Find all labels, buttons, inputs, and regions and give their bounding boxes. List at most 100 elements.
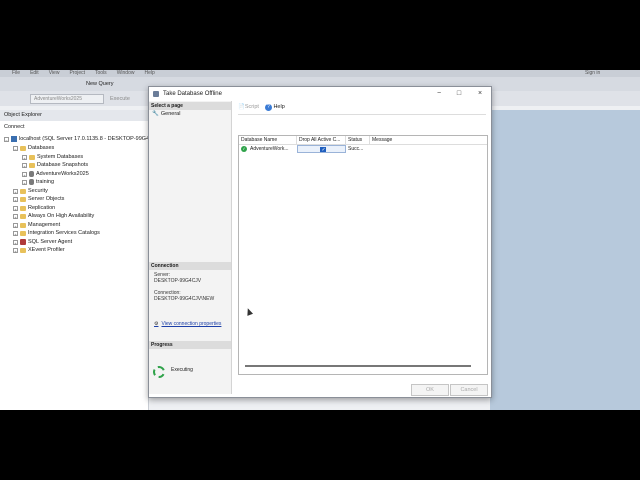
dialog-left-pane: Select a page 🔧 General Connection Server… — [149, 101, 232, 394]
cell-status: Succ... — [348, 146, 364, 152]
menu-file[interactable]: File — [12, 70, 20, 77]
progress-status: Executing — [171, 367, 193, 373]
progress-spinner-icon — [153, 366, 165, 378]
tree-label: Management — [28, 222, 61, 228]
tree-node-databases[interactable]: − Databases — [13, 144, 54, 152]
success-icon: ✓ — [241, 146, 247, 152]
expand-icon[interactable]: + — [22, 154, 27, 161]
expand-icon[interactable]: + — [22, 171, 27, 178]
tree-label: SQL Server Agent — [28, 239, 73, 245]
object-explorer-toolbar: Connect — [0, 122, 148, 133]
expand-icon[interactable]: + — [13, 213, 18, 220]
tree-node-sql-agent[interactable]: + SQL Server Agent — [13, 238, 72, 246]
dialog-toolbar: 📄Script ? Help — [238, 103, 285, 112]
menu-edit[interactable]: Edit — [30, 70, 39, 77]
minimize-button[interactable]: − — [429, 87, 449, 101]
tree-node-integration-services[interactable]: + Integration Services Catalogs — [13, 229, 100, 237]
execute-button[interactable]: Execute — [110, 94, 130, 104]
connection-header: Connection — [149, 262, 231, 270]
expand-icon[interactable]: + — [13, 188, 18, 195]
expand-icon[interactable]: + — [22, 162, 27, 169]
folder-icon — [20, 213, 26, 219]
collapse-icon[interactable]: − — [13, 145, 18, 152]
folder-icon — [29, 154, 35, 160]
grid-header: Database Name Drop All Active C... Statu… — [239, 136, 487, 145]
new-query-button[interactable]: New Query — [86, 79, 114, 89]
expand-icon[interactable]: + — [13, 205, 18, 212]
script-icon: 📄 — [238, 104, 245, 110]
tree-node-training[interactable]: + training — [22, 178, 54, 186]
tree-node-management[interactable]: + Management — [13, 221, 60, 229]
dialog-titlebar: Take Database Offline − □ × — [149, 87, 491, 101]
maximize-button[interactable]: □ — [449, 87, 469, 101]
database-name-value: AdventureWork... — [250, 146, 289, 152]
menu-window[interactable]: Window — [117, 70, 135, 77]
divider — [238, 114, 486, 115]
table-row[interactable]: ✓ AdventureWork... ✓ Succ... — [239, 145, 487, 153]
col-status[interactable]: Status — [346, 136, 370, 144]
take-offline-dialog: Take Database Offline − □ × Select a pag… — [148, 86, 492, 398]
folder-icon — [20, 196, 26, 202]
help-button[interactable]: ? Help — [264, 103, 285, 112]
col-message[interactable]: Message — [370, 136, 487, 144]
menu-project[interactable]: Project — [69, 70, 85, 77]
expand-icon[interactable]: + — [13, 222, 18, 229]
expand-icon[interactable]: + — [13, 247, 18, 254]
menu-tools[interactable]: Tools — [95, 70, 107, 77]
expand-icon[interactable]: + — [22, 179, 27, 186]
cell-drop-connections[interactable]: ✓ — [297, 145, 346, 153]
menu-view[interactable]: View — [49, 70, 60, 77]
tree-node-replication[interactable]: + Replication — [13, 204, 55, 212]
menu-bar: File Edit View Project Tools Window Help… — [0, 70, 640, 77]
tree-node-adventureworks[interactable]: + AdventureWorks2025 — [22, 170, 89, 178]
folder-icon — [20, 230, 26, 236]
dialog-title: Take Database Offline — [163, 91, 222, 97]
col-database-name[interactable]: Database Name — [239, 136, 297, 144]
help-icon: ? — [264, 104, 272, 111]
checkbox-checked-icon[interactable]: ✓ — [319, 147, 326, 152]
tree-label: Integration Services Catalogs — [28, 230, 100, 236]
tree-node-server[interactable]: − localhost (SQL Server 17.0.1135.8 - DES… — [4, 135, 153, 143]
ok-button[interactable]: OK — [411, 384, 449, 396]
horizontal-scrollbar[interactable] — [245, 365, 471, 367]
connection-value: DESKTOP-99G4CJV\NEW — [154, 296, 215, 302]
sign-in-link[interactable]: Sign in — [585, 70, 600, 77]
tree-label: System Databases — [37, 154, 84, 160]
folder-icon — [20, 247, 26, 253]
database-icon — [29, 171, 34, 177]
cancel-button[interactable]: Cancel — [450, 384, 488, 396]
menu-help[interactable]: Help — [144, 70, 154, 77]
view-connection-properties-link[interactable]: ⚙ View connection properties — [154, 321, 221, 327]
tree-node-security[interactable]: + Security — [13, 187, 48, 195]
page-general[interactable]: 🔧 General — [152, 111, 180, 117]
script-label: Script — [244, 104, 259, 110]
close-button[interactable]: × — [470, 87, 490, 101]
script-button[interactable]: 📄Script — [238, 103, 259, 112]
tree-node-xevent[interactable]: + XEvent Profiler — [13, 246, 65, 254]
server-value: DESKTOP-99G4CJV — [154, 278, 202, 284]
tree-node-server-objects[interactable]: + Server Objects — [13, 195, 64, 203]
tree-label: Server Objects — [28, 196, 65, 202]
tree-label: Database Snapshots — [37, 162, 89, 168]
dialog-app-icon — [153, 91, 159, 97]
connect-button[interactable]: Connect — [4, 124, 25, 130]
connection-icon: ⚙ — [154, 321, 159, 327]
wrench-icon: 🔧 — [152, 111, 159, 117]
tree-node-system-databases[interactable]: + System Databases — [22, 153, 83, 161]
col-drop-connections[interactable]: Drop All Active C... — [297, 136, 346, 144]
database-icon — [29, 179, 34, 185]
expand-icon[interactable]: + — [13, 196, 18, 203]
tree-label: training — [36, 179, 55, 185]
select-page-header: Select a page — [149, 102, 231, 110]
tree-label: Replication — [28, 205, 56, 211]
folder-icon — [29, 162, 35, 168]
expand-icon[interactable]: + — [13, 230, 18, 237]
cell-database-name: ✓ AdventureWork... — [239, 145, 297, 153]
tree-node-database-snapshots[interactable]: + Database Snapshots — [22, 161, 88, 169]
server-icon — [11, 136, 17, 142]
tree-node-always-on[interactable]: + Always On High Availability — [13, 212, 94, 220]
collapse-icon[interactable]: − — [4, 136, 9, 143]
expand-icon[interactable]: + — [13, 239, 18, 246]
database-select[interactable]: AdventureWorks2025 — [30, 94, 104, 104]
agent-icon — [20, 239, 26, 245]
